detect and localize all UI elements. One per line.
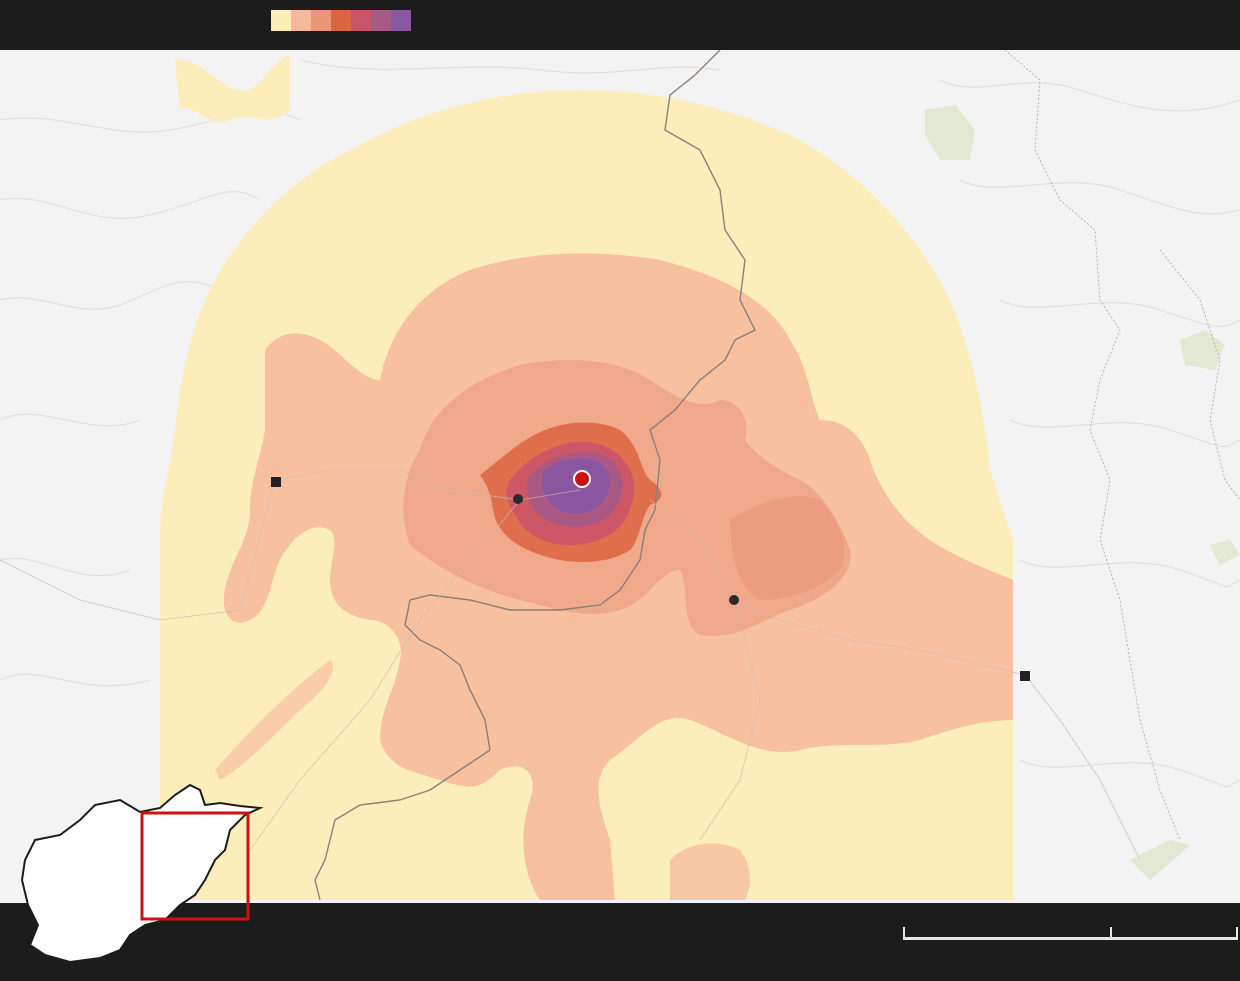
city-marker-west xyxy=(271,477,281,487)
intensity-zone-2-south xyxy=(670,843,750,900)
top-bar xyxy=(0,0,1240,50)
scale-bar xyxy=(903,937,1238,940)
town-marker-1 xyxy=(513,494,523,504)
legend-swatch-5 xyxy=(351,10,371,31)
scale-tick-right xyxy=(1236,927,1238,937)
intensity-legend xyxy=(271,10,411,31)
province-border xyxy=(1004,50,1240,841)
scale-tick-middle xyxy=(1110,927,1112,937)
legend-swatch-6 xyxy=(371,10,391,31)
legend-swatch-3 xyxy=(311,10,331,31)
town-marker-2 xyxy=(729,595,739,605)
locator-map xyxy=(0,770,270,976)
legend-swatch-7 xyxy=(391,10,411,31)
intensity-zone-1-northwest xyxy=(175,55,290,123)
epicenter-marker xyxy=(573,470,591,488)
legend-swatch-2 xyxy=(291,10,311,31)
city-marker-east xyxy=(1020,671,1030,681)
legend-swatch-4 xyxy=(331,10,351,31)
scale-tick-left xyxy=(903,927,905,937)
legend-swatch-1 xyxy=(271,10,291,31)
